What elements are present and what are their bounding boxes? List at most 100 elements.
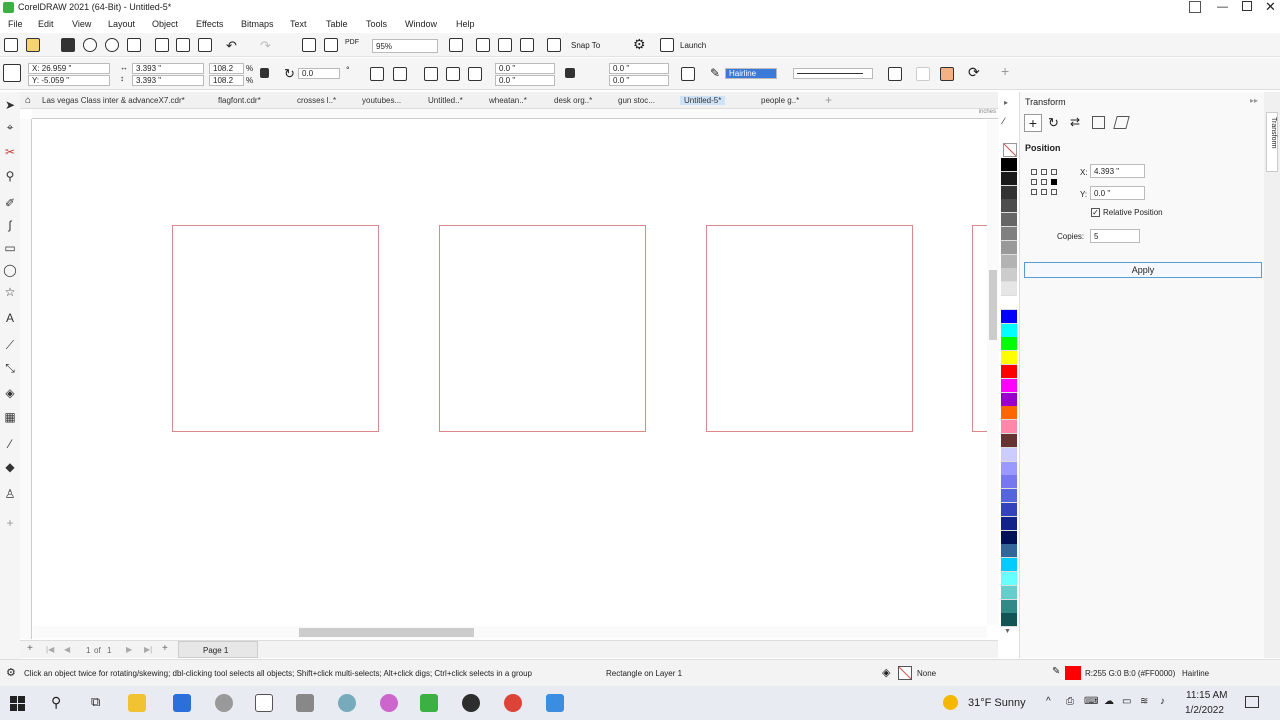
scale-x-field[interactable]: 108.2	[209, 63, 244, 74]
coreldraw-green-icon[interactable]	[420, 694, 438, 712]
vertical-scrollbar[interactable]	[987, 120, 999, 625]
cut-icon[interactable]	[155, 38, 169, 52]
tray-icon-2[interactable]: ⌨	[1084, 696, 1098, 707]
open-folder-icon[interactable]	[26, 38, 40, 52]
corner-radius-bottom-left[interactable]: 0.0 "	[495, 75, 555, 86]
save-icon[interactable]	[61, 38, 75, 52]
onedrive-icon[interactable]: ☁	[1104, 696, 1114, 707]
palette-swatch[interactable]	[1001, 461, 1017, 476]
weather-text[interactable]: 31°F Sunny	[968, 697, 1026, 709]
notifications-icon[interactable]	[1245, 696, 1259, 708]
add-tool-icon[interactable]: +	[3, 516, 17, 530]
text-tool-icon[interactable]: A	[3, 311, 17, 325]
tab-crosses[interactable]: crosses l..*	[297, 96, 336, 105]
palette-swatch[interactable]	[1001, 199, 1017, 214]
palette-swatch[interactable]	[1001, 158, 1017, 172]
export-pdf-icon[interactable]: PDF	[345, 39, 359, 46]
fill-none-swatch[interactable]	[898, 666, 912, 680]
tab-wheatan[interactable]: wheatan..*	[489, 96, 527, 105]
menu-text[interactable]: Text	[290, 19, 307, 29]
palette-swatch[interactable]	[1001, 268, 1017, 283]
zoom-tool-icon[interactable]: ⚲	[3, 169, 17, 183]
ellipse-tool-icon[interactable]: ◯	[3, 263, 17, 277]
photos-icon[interactable]	[546, 694, 564, 712]
mirror-horizontal-icon[interactable]	[370, 67, 384, 81]
palette-swatch[interactable]	[1001, 434, 1017, 448]
app-icon-4[interactable]	[296, 694, 314, 712]
app-icon-5[interactable]	[338, 694, 356, 712]
palette-swatch[interactable]	[1001, 185, 1017, 200]
palette-swatch[interactable]	[1001, 227, 1017, 241]
add-page-before-icon[interactable]: +	[27, 643, 33, 654]
maximize-button[interactable]	[1242, 1, 1252, 11]
palette-swatch[interactable]	[1001, 585, 1017, 600]
relative-position-checkbox[interactable]: ✓	[1091, 208, 1100, 217]
cloud-download-icon[interactable]	[105, 38, 119, 52]
launch-dropdown[interactable]: Launch	[680, 41, 706, 50]
menu-view[interactable]: View	[72, 19, 91, 29]
position-transform-icon[interactable]: +	[1024, 114, 1042, 132]
chrome-icon[interactable]	[504, 694, 522, 712]
corner-radius-bottom-right[interactable]: 0.0 "	[609, 75, 669, 86]
palette-swatch[interactable]	[1001, 309, 1017, 324]
docker-expand-icon[interactable]: ▸▸	[1250, 96, 1258, 105]
shape-tool-icon[interactable]: ⌖	[3, 120, 17, 134]
anchor-grid[interactable]	[1031, 169, 1059, 195]
snap-to-dropdown[interactable]: Snap To	[571, 41, 600, 50]
restore-layout-icon[interactable]	[1189, 1, 1201, 13]
task-view-icon[interactable]: ⧉	[91, 694, 100, 710]
palette-swatch[interactable]	[1001, 406, 1017, 421]
clock-time[interactable]: 11:15 AM	[1186, 690, 1228, 701]
freehand-tool-icon[interactable]: ✐	[3, 196, 17, 210]
rotation-angle-field[interactable]: 0.0	[298, 68, 340, 79]
options-gear-icon[interactable]: ⚙	[633, 36, 646, 53]
volume-icon[interactable]: ♪	[1160, 696, 1165, 707]
palette-expand-icon[interactable]: ▸	[1004, 98, 1008, 107]
new-document-icon[interactable]	[4, 38, 18, 52]
tab-people[interactable]: people g..*	[761, 96, 799, 105]
tab-untitled[interactable]: Untitled..*	[428, 96, 463, 105]
tab-gun-stoc[interactable]: gun stoc...	[618, 96, 655, 105]
menu-layout[interactable]: Layout	[108, 19, 135, 29]
previous-page-icon[interactable]: ◀	[64, 645, 70, 654]
palette-swatch[interactable]	[1001, 323, 1017, 338]
last-page-icon[interactable]: ▶|	[144, 645, 152, 654]
rectangle-tool-icon[interactable]: ▭	[3, 241, 17, 255]
palette-scroll-down-icon[interactable]: ▼	[1004, 628, 1011, 635]
vertical-ruler[interactable]	[20, 119, 32, 639]
palette-swatch[interactable]	[1001, 365, 1017, 379]
app-icon-2[interactable]	[215, 694, 233, 712]
clock-date[interactable]: 1/2/2022	[1185, 705, 1224, 716]
drawing-canvas[interactable]	[33, 120, 987, 625]
palette-swatch[interactable]	[1001, 392, 1017, 407]
apply-button[interactable]: Apply	[1024, 262, 1262, 278]
menu-tools[interactable]: Tools	[366, 19, 387, 29]
show-rulers-icon[interactable]	[476, 38, 490, 52]
palette-swatch[interactable]	[1001, 503, 1017, 517]
relative-corner-scaling-icon[interactable]	[681, 67, 695, 81]
app-icon-3[interactable]	[255, 694, 273, 712]
palette-swatch[interactable]	[1001, 378, 1017, 393]
rotate-transform-icon[interactable]: ↻	[1048, 115, 1059, 131]
parallel-dimension-tool-icon[interactable]: ⟋	[3, 338, 17, 352]
palette-swatch[interactable]	[1001, 475, 1017, 490]
transparency-tool-icon[interactable]: ▦	[3, 410, 17, 424]
palette-swatch[interactable]	[1001, 213, 1017, 228]
line-style-select[interactable]	[793, 68, 873, 79]
eyedropper-palette-icon[interactable]: ⁄	[1003, 116, 1005, 126]
scale-mirror-transform-icon[interactable]: ⇄	[1070, 115, 1080, 129]
interactive-fill-tool-icon[interactable]: ◆	[3, 460, 17, 474]
menu-file[interactable]: File	[8, 19, 23, 29]
horizontal-scroll-thumb[interactable]	[299, 628, 474, 637]
next-page-icon[interactable]: ▶	[126, 645, 132, 654]
palette-swatch[interactable]	[1001, 530, 1017, 545]
skew-transform-icon[interactable]	[1113, 116, 1130, 129]
full-screen-preview-icon[interactable]	[449, 38, 463, 52]
menu-bitmaps[interactable]: Bitmaps	[241, 19, 274, 29]
palette-swatch[interactable]	[1001, 544, 1017, 559]
close-button[interactable]: ✕	[1265, 0, 1276, 15]
show-hidden-icons[interactable]: ^	[1046, 696, 1051, 707]
add-property-icon[interactable]: +	[1001, 63, 1009, 79]
horizontal-scrollbar[interactable]	[33, 626, 987, 638]
alignment-guides-icon[interactable]	[547, 38, 561, 52]
